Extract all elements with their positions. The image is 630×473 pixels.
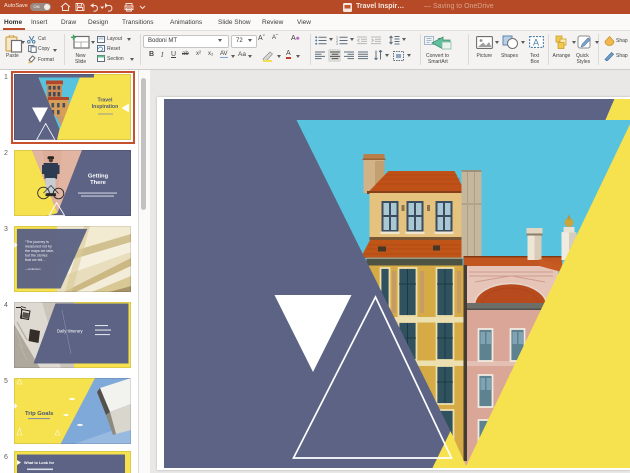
svg-text:the maps we take,: the maps we take, bbox=[25, 249, 54, 253]
svg-text:measured not by: measured not by bbox=[25, 245, 52, 249]
svg-text:What to Look for: What to Look for bbox=[24, 461, 55, 465]
svg-text:“The journey is: “The journey is bbox=[25, 240, 49, 244]
svg-text:that we tell…: that we tell… bbox=[25, 258, 46, 262]
svg-text:—Unknown: —Unknown bbox=[25, 267, 41, 271]
svg-text:There: There bbox=[90, 180, 107, 186]
svg-text:Inspiration: Inspiration bbox=[92, 104, 119, 110]
svg-text:3: 3 bbox=[336, 42, 338, 45]
svg-text:Getting: Getting bbox=[88, 174, 109, 180]
svg-text:A: A bbox=[533, 38, 539, 48]
svg-text:but the stories: but the stories bbox=[25, 254, 48, 258]
svg-text:Trip Goals: Trip Goals bbox=[25, 411, 53, 417]
svg-text:Daily Itinerary: Daily Itinerary bbox=[57, 329, 84, 334]
svg-text:Travel: Travel bbox=[98, 98, 114, 104]
